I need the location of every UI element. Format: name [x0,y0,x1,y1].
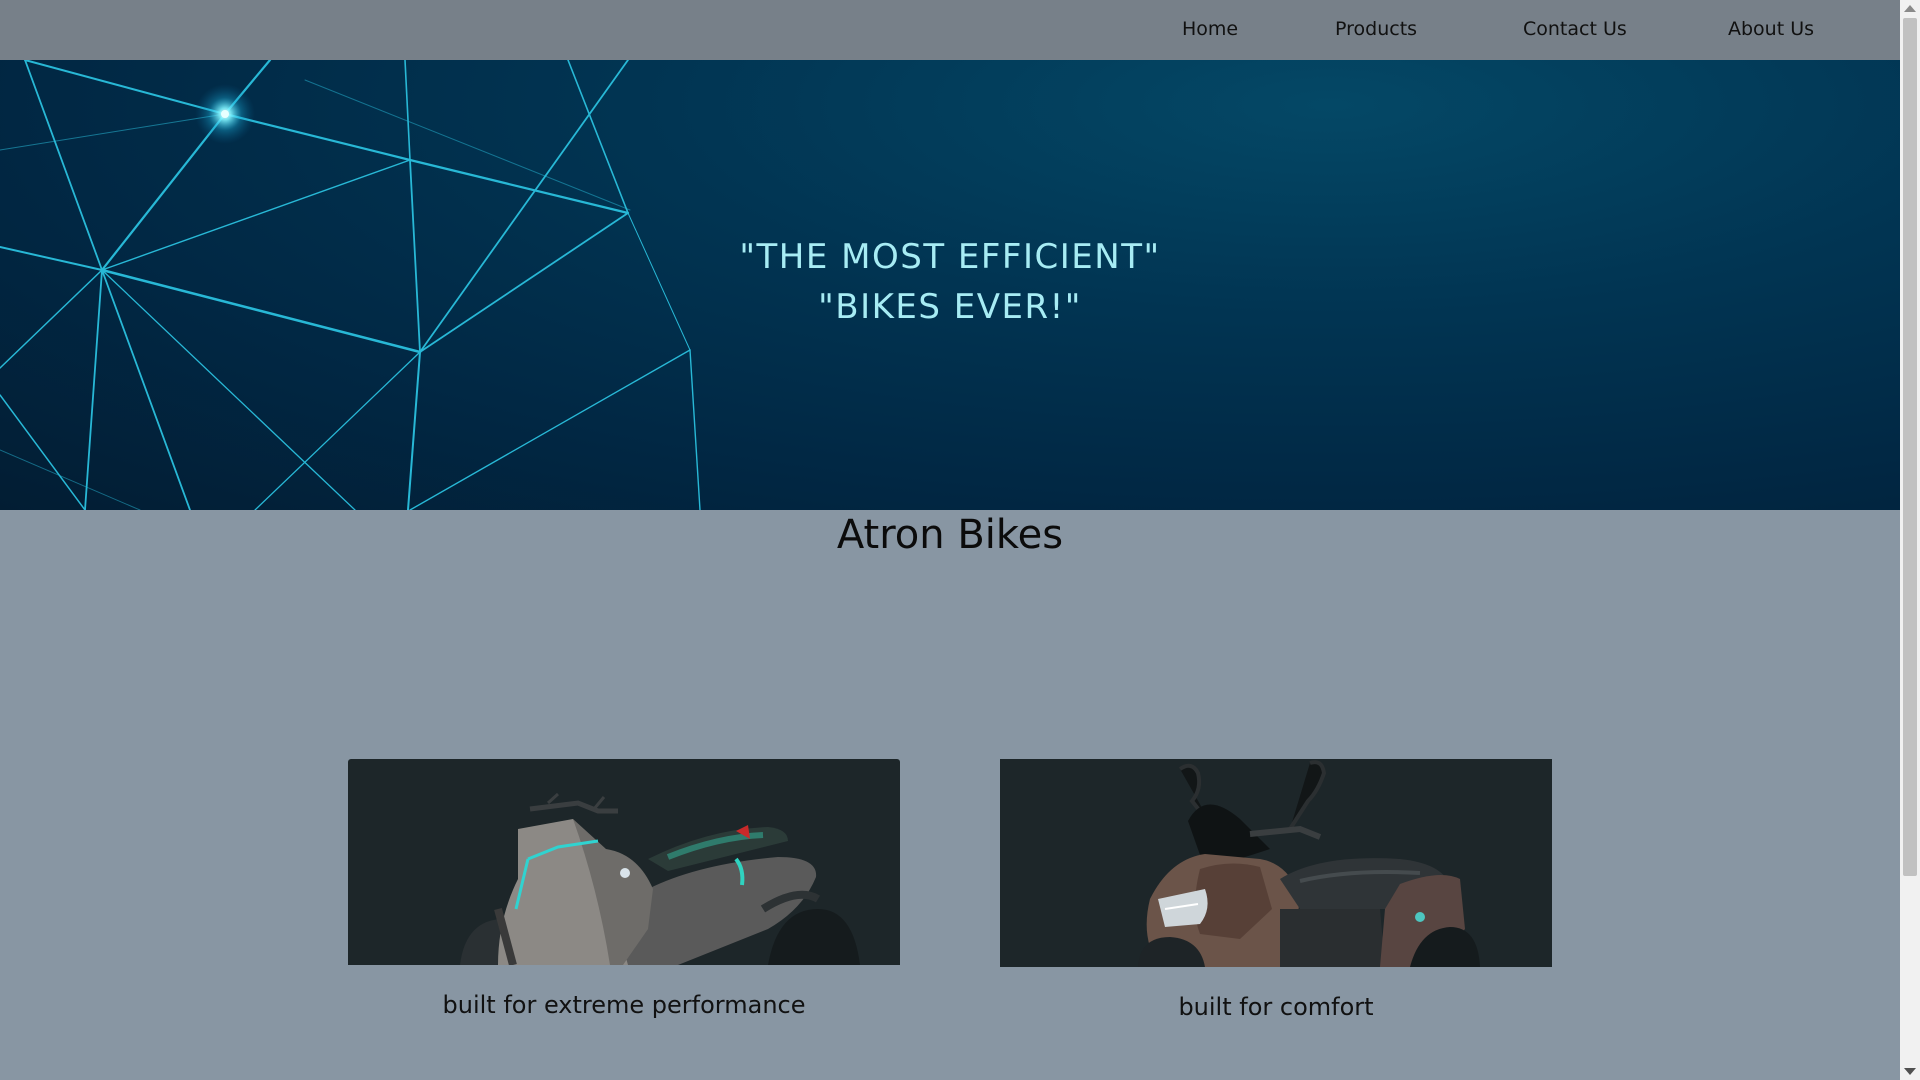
product-caption: built for comfort [1178,993,1374,1021]
nav-about-us-link[interactable]: About Us [1728,18,1814,40]
scrollbar-thumb[interactable] [1903,18,1917,876]
product-card: built for extreme performance [348,759,900,1019]
hero-tagline-line-1: "THE MOST EFFICIENT" [739,237,1161,277]
product-image-performance-scooter [348,759,900,965]
hero-tagline: "THE MOST EFFICIENT" "BIKES EVER!" [650,232,1250,332]
scroll-down-arrow-icon[interactable] [1904,1068,1916,1075]
nav-contact-us-link[interactable]: Contact Us [1523,18,1627,40]
nav-products-link[interactable]: Products [1335,18,1417,40]
electric-scooter-image [460,792,860,965]
nav-home-link[interactable]: Home [1182,18,1238,40]
product-card: built for comfort [1000,759,1552,1021]
product-image-comfort-scooter [1000,759,1552,967]
page-title: Atron Bikes [836,512,1064,558]
top-navigation: Home Products Contact Us About Us [0,0,1900,60]
hero-banner: "THE MOST EFFICIENT" "BIKES EVER!" [0,60,1900,510]
scroll-up-arrow-icon[interactable] [1904,5,1916,12]
vertical-scrollbar[interactable] [1900,0,1920,1080]
geometric-network-graphic [0,60,701,510]
hero-tagline-line-2: "BIKES EVER!" [818,287,1082,327]
maxi-scooter-image [1138,760,1480,967]
product-caption: built for extreme performance [442,991,806,1019]
